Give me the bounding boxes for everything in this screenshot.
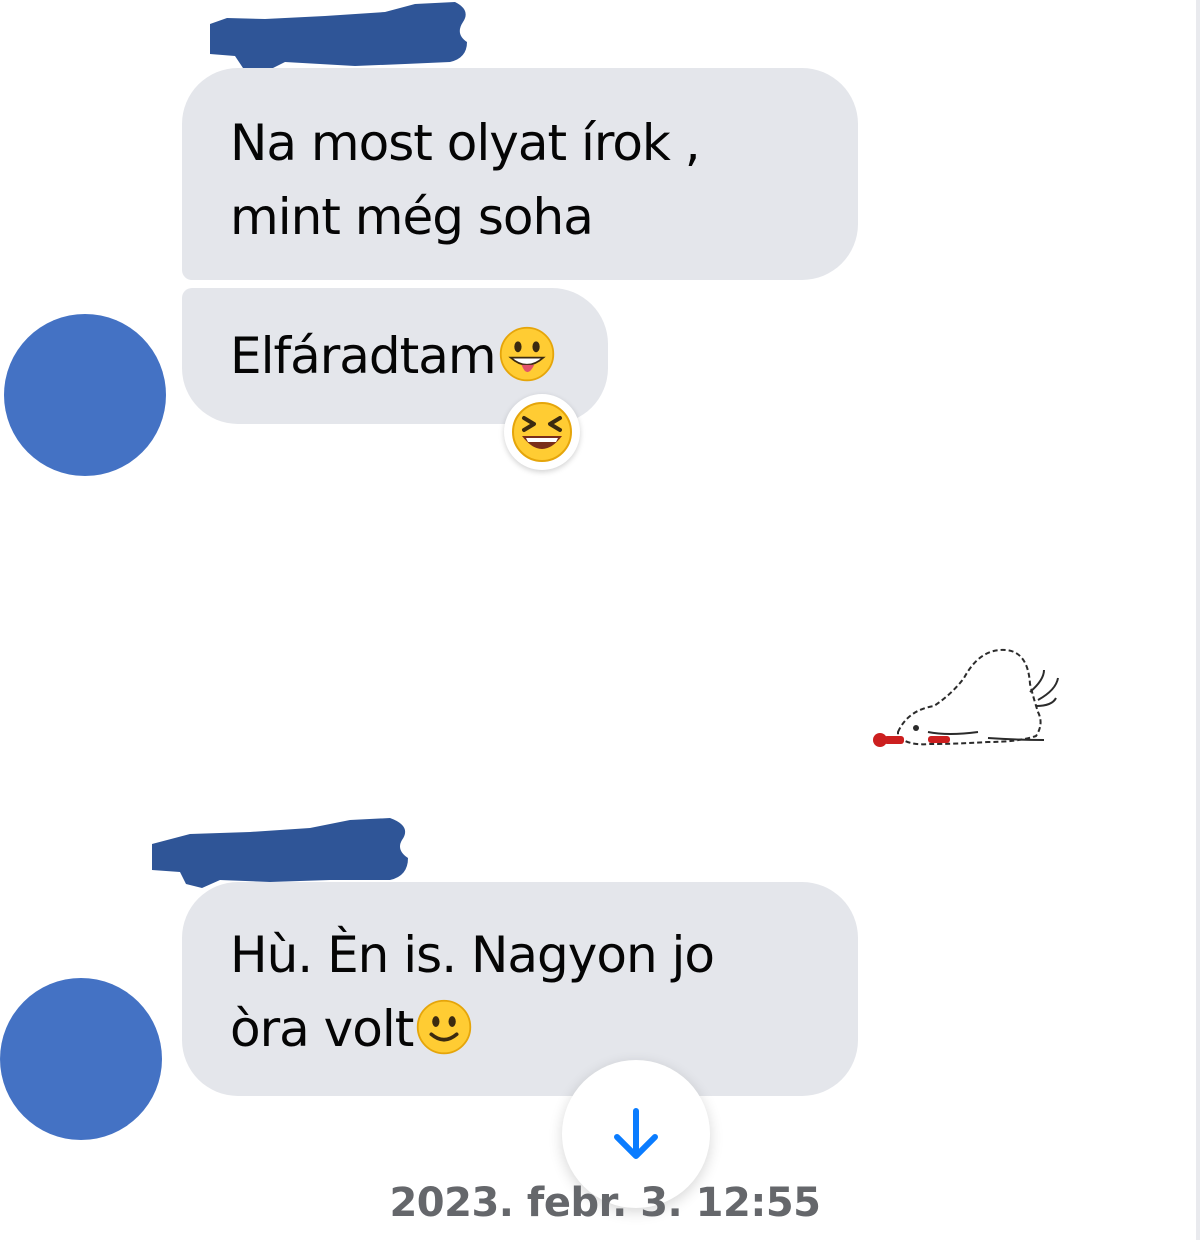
message-timestamp: 2023. febr. 3. 12:55	[389, 1180, 821, 1226]
grinning-face-with-tongue-icon	[499, 326, 554, 382]
slightly-smiling-face-icon	[417, 999, 472, 1055]
message-text: Hù. Èn is. Nagyon jo òra volt	[230, 918, 715, 1066]
arrow-down-icon	[614, 1108, 658, 1159]
message-text-content: Elfáradtam	[230, 327, 497, 385]
redacted-sender-name	[210, 2, 467, 72]
scrollbar-track	[1196, 0, 1200, 1240]
sender-avatar[interactable]	[4, 314, 166, 476]
redacted-sender-name	[152, 818, 408, 888]
message-bubble-3[interactable]: Hù. Èn is. Nagyon jo òra volt	[182, 882, 858, 1096]
message-text: Elfáradtam	[230, 319, 556, 393]
message-bubble-1[interactable]: Na most olyat írok , mint még soha	[182, 68, 858, 280]
laughing-face-icon	[512, 402, 572, 462]
message-text: Na most olyat írok , mint még soha	[230, 114, 701, 246]
tired-polar-bear-sticker[interactable]	[868, 640, 1068, 752]
message-reaction[interactable]	[504, 394, 580, 470]
sender-avatar[interactable]	[0, 978, 162, 1140]
